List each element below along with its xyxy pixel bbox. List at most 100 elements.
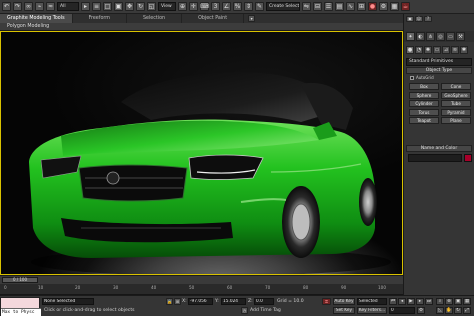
- select-object-icon[interactable]: ▸: [81, 2, 90, 11]
- object-color-swatch[interactable]: [464, 154, 472, 162]
- systems-icon[interactable]: ✱: [460, 46, 468, 54]
- z-coordinate-field[interactable]: 0.0: [254, 298, 274, 305]
- align-icon[interactable]: ⊟: [313, 2, 322, 11]
- link-icon[interactable]: ∞: [24, 2, 33, 11]
- perspective-viewport[interactable]: [0, 31, 403, 275]
- name-and-color-rollout[interactable]: Name and Color: [406, 145, 472, 152]
- reference-coordinate-dropdown[interactable]: View: [158, 2, 176, 11]
- snaps-toggle-icon[interactable]: 3: [211, 2, 220, 11]
- hierarchy-tab-icon[interactable]: ⋔: [426, 32, 435, 41]
- rectangular-region-icon[interactable]: □: [103, 2, 112, 11]
- zoom-all-icon[interactable]: ⊕: [445, 298, 453, 305]
- lights-icon[interactable]: ✺: [424, 46, 432, 54]
- maximize-viewport-icon[interactable]: ⤢: [463, 307, 471, 314]
- undo-icon[interactable]: ↶: [2, 2, 11, 11]
- percent-snap-icon[interactable]: %: [233, 2, 242, 11]
- named-selection-set-dropdown[interactable]: Create Selection: [266, 2, 300, 11]
- workspace-icon[interactable]: ▣: [406, 16, 414, 22]
- sign-in-icon[interactable]: ☺: [415, 16, 423, 22]
- next-frame-icon[interactable]: ▸: [416, 298, 424, 305]
- tab-object-paint[interactable]: Object Paint: [182, 14, 245, 23]
- manipulate-icon[interactable]: ✛: [189, 2, 198, 11]
- sphere-button[interactable]: Sphere: [409, 91, 439, 99]
- modify-tab-icon[interactable]: ◐: [416, 32, 425, 41]
- layer-manager-icon[interactable]: ☰: [324, 2, 333, 11]
- torus-button[interactable]: Torus: [409, 108, 439, 116]
- cameras-icon[interactable]: ▭: [433, 46, 441, 54]
- curve-editor-icon[interactable]: ∿: [346, 2, 355, 11]
- set-key-button[interactable]: Set Key: [333, 307, 355, 314]
- geosphere-button[interactable]: GeoSphere: [441, 91, 471, 99]
- utilities-tab-icon[interactable]: ⚒: [456, 32, 465, 41]
- helpers-icon[interactable]: ⊿: [442, 46, 450, 54]
- teapot-button[interactable]: Teapot: [409, 117, 439, 124]
- unlink-icon[interactable]: ⌁: [35, 2, 44, 11]
- zoom-extents-icon[interactable]: ▣: [454, 298, 462, 305]
- angle-snap-icon[interactable]: ∠: [222, 2, 231, 11]
- tab-selection[interactable]: Selection: [127, 14, 183, 23]
- move-icon[interactable]: ✥: [125, 2, 134, 11]
- tab-freeform[interactable]: Freeform: [73, 14, 127, 23]
- graphite-toggle-icon[interactable]: ▤: [335, 2, 344, 11]
- mirror-icon[interactable]: ⇋: [302, 2, 311, 11]
- play-icon[interactable]: ▶: [407, 298, 415, 305]
- previous-frame-icon[interactable]: ◂: [398, 298, 406, 305]
- tab-graphite-modeling-tools[interactable]: Graphite Modeling Tools: [0, 14, 73, 23]
- zoom-extents-all-icon[interactable]: ▦: [463, 298, 471, 305]
- ribbon-minimize-icon[interactable]: ▾: [248, 15, 256, 22]
- key-filters-button[interactable]: Key Filters...: [357, 307, 387, 314]
- maxscript-listener[interactable]: Max to Physc: [0, 297, 41, 316]
- edit-named-selection-icon[interactable]: ✎: [255, 2, 264, 11]
- scale-icon[interactable]: ◱: [147, 2, 156, 11]
- add-time-tag[interactable]: Add Time Tag: [250, 308, 281, 313]
- spinner-snap-icon[interactable]: ⇕: [244, 2, 253, 11]
- tube-button[interactable]: Tube: [441, 100, 471, 107]
- render-production-icon[interactable]: ☕: [401, 2, 410, 11]
- bind-icon[interactable]: ≈: [46, 2, 55, 11]
- current-frame-field[interactable]: 0: [389, 307, 415, 314]
- rendered-frame-icon[interactable]: ▦: [390, 2, 399, 11]
- go-to-end-icon[interactable]: ⏭: [425, 298, 433, 305]
- orbit-icon[interactable]: ↻: [454, 307, 462, 314]
- render-setup-icon[interactable]: ⚙: [379, 2, 388, 11]
- set-key-mode-icon[interactable]: ⚿: [322, 298, 331, 305]
- lock-selection-icon[interactable]: 🔒: [166, 298, 173, 305]
- cylinder-button[interactable]: Cylinder: [409, 100, 439, 107]
- key-selection-dropdown[interactable]: Selected: [357, 298, 387, 305]
- select-by-name-icon[interactable]: ≡: [92, 2, 101, 11]
- space-warps-icon[interactable]: ≋: [451, 46, 459, 54]
- pyramid-button[interactable]: Pyramid: [441, 108, 471, 116]
- zoom-icon[interactable]: ⌕: [436, 298, 444, 305]
- object-type-rollout[interactable]: Object Type: [406, 67, 472, 74]
- window-crossing-icon[interactable]: ▣: [114, 2, 123, 11]
- help-icon[interactable]: ?: [424, 16, 432, 22]
- rotate-icon[interactable]: ↻: [136, 2, 145, 11]
- cone-button[interactable]: Cone: [441, 83, 471, 90]
- absolute-mode-icon[interactable]: ⊞: [174, 298, 181, 305]
- maxscript-input[interactable]: Max to Physc: [1, 308, 41, 316]
- display-tab-icon[interactable]: ▭: [446, 32, 455, 41]
- create-tab-icon[interactable]: ✦: [406, 32, 415, 41]
- keyboard-shortcut-icon[interactable]: ⌨: [200, 2, 209, 11]
- shapes-icon[interactable]: ◔: [415, 46, 423, 54]
- track-bar[interactable]: 0 10 20 30 40 50 60 70 80 90 100: [0, 284, 403, 295]
- box-button[interactable]: Box: [409, 83, 439, 90]
- time-slider[interactable]: 0 / 100: [2, 277, 38, 283]
- auto-key-button[interactable]: Auto Key: [333, 298, 355, 305]
- time-configuration-icon[interactable]: ⚙: [417, 307, 425, 314]
- material-editor-icon[interactable]: ●: [368, 2, 377, 11]
- x-coordinate-field[interactable]: -97.056: [188, 298, 213, 305]
- selection-filter-dropdown[interactable]: All: [57, 2, 79, 11]
- add-time-tag-icon[interactable]: ◷: [241, 307, 248, 314]
- redo-icon[interactable]: ↷: [13, 2, 22, 11]
- schematic-view-icon[interactable]: ⊞: [357, 2, 366, 11]
- y-coordinate-field[interactable]: 15.024: [221, 298, 246, 305]
- geometry-icon[interactable]: ●: [406, 46, 414, 54]
- primitive-type-dropdown[interactable]: Standard Primitives: [406, 58, 472, 66]
- go-to-start-icon[interactable]: ⏮: [389, 298, 397, 305]
- object-name-field[interactable]: [408, 154, 462, 162]
- polygon-modeling-label[interactable]: Polygon Modeling: [7, 23, 49, 31]
- plane-button[interactable]: Plane: [441, 117, 471, 124]
- pan-view-icon[interactable]: ✋: [445, 307, 453, 314]
- pivot-icon[interactable]: ⊕: [178, 2, 187, 11]
